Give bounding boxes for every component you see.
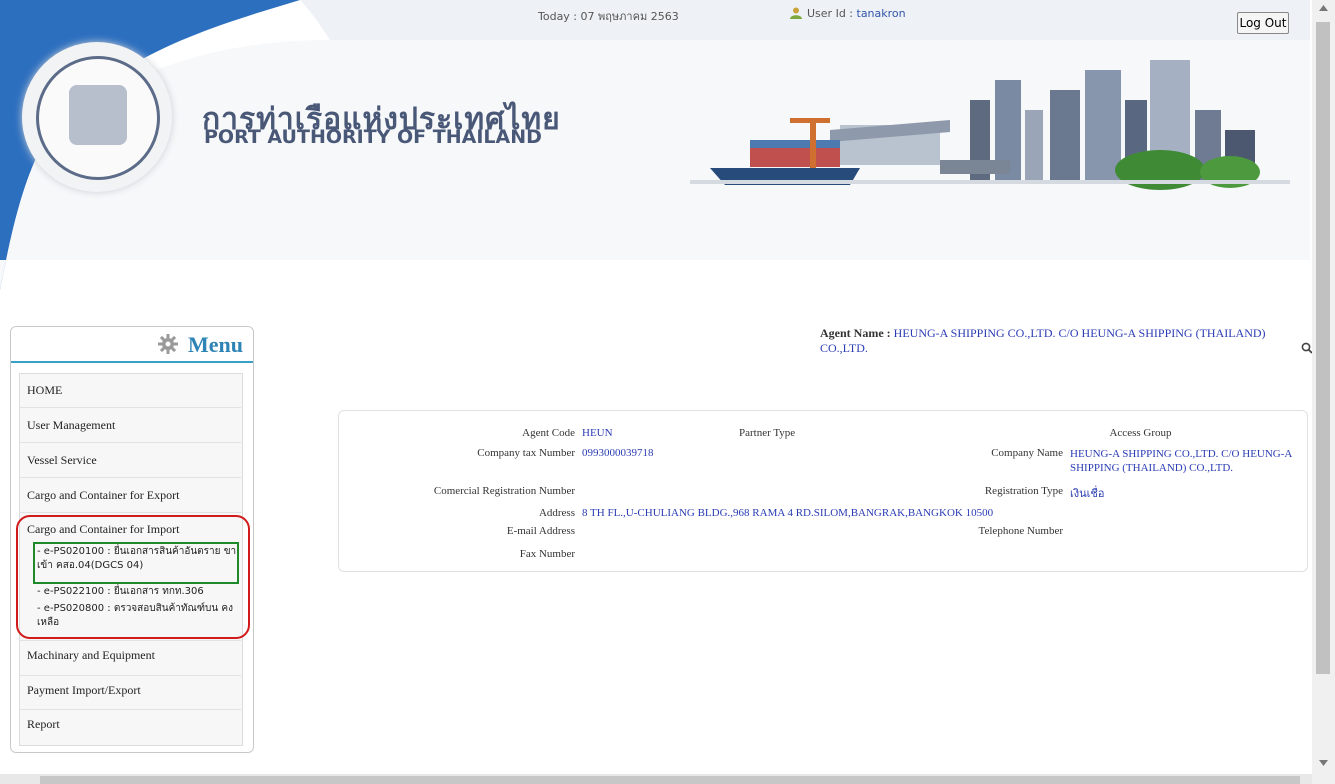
user-icon <box>790 7 802 19</box>
pat-logo-seal <box>22 42 172 192</box>
agent-name-label: Agent Name : <box>820 326 894 340</box>
scroll-down-icon[interactable] <box>1319 760 1328 766</box>
menu-divider <box>19 675 241 676</box>
port-city-illustration <box>690 60 1290 190</box>
horizontal-scroll-thumb[interactable] <box>40 776 1300 784</box>
company-name-value: HEUNG-A SHIPPING CO.,LTD. C/O HEUNG-A SH… <box>1070 448 1292 474</box>
logout-button[interactable]: Log Out <box>1237 12 1289 34</box>
registration-type-value: เงินเชื่อ <box>1070 488 1105 500</box>
partner-type-label: Partner Type <box>739 427 796 439</box>
menu-item-machinary-equipment[interactable]: Machinary and Equipment <box>27 648 155 663</box>
menu-title: Menu <box>188 332 243 357</box>
agent-name-line: Agent Name : HEUNG-A SHIPPING CO.,LTD. C… <box>820 326 1310 356</box>
company-tax-value: 0993000039718 <box>582 447 654 459</box>
vertical-scroll-thumb[interactable] <box>1316 22 1330 674</box>
user-info: User Id : tanakron <box>790 7 906 20</box>
menu-item-cargo-export[interactable]: Cargo and Container for Export <box>27 488 179 503</box>
menu-divider <box>19 442 241 443</box>
menu-divider <box>19 640 241 641</box>
email-label: E-mail Address <box>506 525 575 537</box>
agent-code-label: Agent Code <box>522 427 575 439</box>
annotation-green-outline <box>33 542 239 584</box>
address-label: Address <box>538 507 575 519</box>
access-group-label: Access Group <box>1109 427 1172 439</box>
user-id-value: tanakron <box>856 7 906 20</box>
address-value: 8 TH FL.,U-CHULIANG BLDG.,968 RAMA 4 RD.… <box>582 507 994 519</box>
menu-item-report[interactable]: Report <box>27 717 60 732</box>
menu-divider <box>19 477 241 478</box>
menu-divider <box>19 407 241 408</box>
agent-code-value: HEUN <box>582 427 613 439</box>
company-tax-label: Company tax Number <box>477 447 575 459</box>
vertical-scrollbar[interactable] <box>1312 0 1335 784</box>
menu-header: Menu <box>11 327 253 363</box>
commercial-registration-label: Comercial Registration Number <box>433 485 575 497</box>
today-date: Today : 07 พฤษภาคม 2563 <box>538 10 679 23</box>
menu-item-home[interactable]: HOME <box>27 383 62 398</box>
menu-item-payment[interactable]: Payment Import/Export <box>27 683 141 698</box>
title-english: PORT AUTHORITY OF THAILAND <box>204 126 542 148</box>
agent-info-card: Agent Code HEUN Partner Type Access Grou… <box>338 410 1308 572</box>
registration-type-label: Registration Type <box>984 485 1063 497</box>
scroll-up-icon[interactable] <box>1319 5 1328 11</box>
menu-item-user-management[interactable]: User Management <box>27 418 115 433</box>
header-banner: การท่าเรือแห่งประเทศไทย PORT AUTHORITY O… <box>0 0 1310 300</box>
menu-divider <box>19 512 241 513</box>
menu-divider <box>19 709 241 710</box>
gear-icon <box>158 334 178 354</box>
fax-label: Fax Number <box>519 548 575 560</box>
user-id-label: User Id : <box>807 7 857 20</box>
company-name-label: Company Name <box>991 447 1063 459</box>
telephone-label: Telephone Number <box>978 525 1063 537</box>
menu-item-vessel-service[interactable]: Vessel Service <box>27 453 97 468</box>
